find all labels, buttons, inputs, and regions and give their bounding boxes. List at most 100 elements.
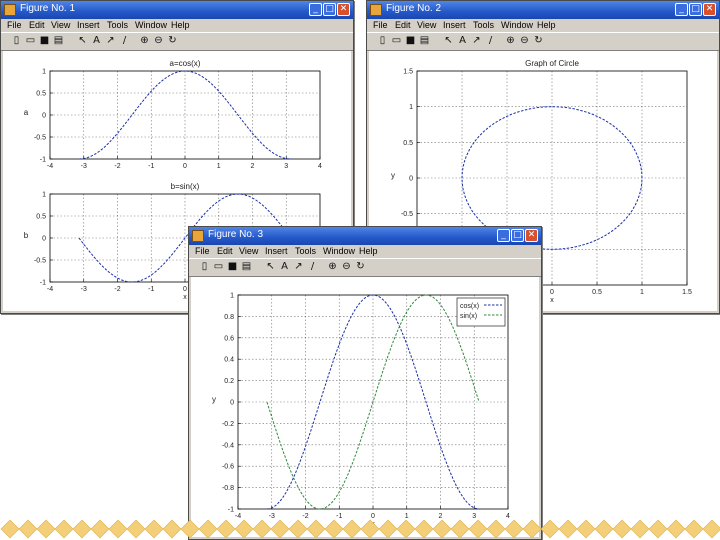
y-tick-label: -0.4 xyxy=(222,442,234,449)
figure-3-menubar: File Edit View Insert Tools Window Help xyxy=(189,245,541,258)
menu-window[interactable]: Window xyxy=(135,20,167,30)
menu-file[interactable]: File xyxy=(7,20,22,30)
text-tool-icon[interactable]: A xyxy=(279,261,290,272)
line-tool-icon[interactable]: / xyxy=(307,261,318,272)
open-icon[interactable]: ▭ xyxy=(213,261,224,272)
new-file-icon[interactable]: ▯ xyxy=(11,35,22,46)
matlab-figure-icon xyxy=(370,4,382,16)
deco-diamond xyxy=(54,519,74,539)
minimize-button[interactable]: _ xyxy=(497,229,510,242)
deco-diamond xyxy=(90,519,110,539)
zoom-out-icon[interactable]: ⊖ xyxy=(519,35,530,46)
open-icon[interactable]: ▭ xyxy=(391,35,402,46)
y-tick-label: 0.5 xyxy=(403,140,413,147)
figure-1-titlebar[interactable]: Figure No. 1 _ □ ✕ xyxy=(1,1,353,19)
menu-help[interactable]: Help xyxy=(171,20,190,30)
figure-2-titlebar[interactable]: Figure No. 2 _ □ ✕ xyxy=(367,1,719,19)
legend-entry-label: sin(x) xyxy=(460,313,477,320)
y-tick-label: -0.5 xyxy=(401,211,413,218)
menu-view[interactable]: View xyxy=(417,20,436,30)
y-tick-label: 0.4 xyxy=(224,357,234,364)
deco-diamond xyxy=(324,519,344,539)
menu-tools[interactable]: Tools xyxy=(107,20,128,30)
zoom-in-icon[interactable]: ⊕ xyxy=(505,35,516,46)
menu-view[interactable]: View xyxy=(239,246,258,256)
close-button[interactable]: ✕ xyxy=(703,3,716,16)
figure-2-toolbar: ▯ ▭ ■ ▤ ↖ A ↗ / ⊕ ⊖ ↻ xyxy=(367,32,719,51)
menu-window[interactable]: Window xyxy=(323,246,355,256)
menu-edit[interactable]: Edit xyxy=(395,20,411,30)
menu-window[interactable]: Window xyxy=(501,20,533,30)
maximize-button[interactable]: □ xyxy=(511,229,524,242)
rotate-icon[interactable]: ↻ xyxy=(533,35,544,46)
menu-tools[interactable]: Tools xyxy=(295,246,316,256)
x-tick-label: -3 xyxy=(81,163,87,170)
x-tick-label: 3 xyxy=(284,163,288,170)
deco-diamond xyxy=(630,519,650,539)
rotate-icon[interactable]: ↻ xyxy=(167,35,178,46)
save-icon[interactable]: ■ xyxy=(39,35,50,46)
print-icon[interactable]: ▤ xyxy=(241,261,252,272)
x-tick-label: -4 xyxy=(47,163,53,170)
y-tick-label: 1 xyxy=(42,69,46,76)
x-tick-label: -1 xyxy=(148,286,154,293)
zoom-in-icon[interactable]: ⊕ xyxy=(327,261,338,272)
arrow-select-icon[interactable]: ↖ xyxy=(443,35,454,46)
menu-insert[interactable]: Insert xyxy=(77,20,100,30)
arrow-tool-icon[interactable]: ↗ xyxy=(293,261,304,272)
arrow-tool-icon[interactable]: ↗ xyxy=(471,35,482,46)
y-axis-label: a xyxy=(24,108,29,117)
print-icon[interactable]: ▤ xyxy=(419,35,430,46)
menu-file[interactable]: File xyxy=(195,246,210,256)
new-file-icon[interactable]: ▯ xyxy=(199,261,210,272)
menu-view[interactable]: View xyxy=(51,20,70,30)
line-tool-icon[interactable]: / xyxy=(119,35,130,46)
new-file-icon[interactable]: ▯ xyxy=(377,35,388,46)
x-axis-label: x xyxy=(550,297,554,304)
figure-3-window: Figure No. 3 _ □ ✕ File Edit View Insert… xyxy=(188,226,542,540)
menu-edit[interactable]: Edit xyxy=(217,246,233,256)
menu-help[interactable]: Help xyxy=(359,246,378,256)
save-icon[interactable]: ■ xyxy=(405,35,416,46)
text-tool-icon[interactable]: A xyxy=(91,35,102,46)
close-button[interactable]: ✕ xyxy=(525,229,538,242)
y-tick-label: 0.2 xyxy=(224,378,234,385)
maximize-button[interactable]: □ xyxy=(689,3,702,16)
zoom-out-icon[interactable]: ⊖ xyxy=(341,261,352,272)
y-tick-label: -1 xyxy=(228,507,234,514)
deco-diamond xyxy=(378,519,398,539)
deco-diamond xyxy=(558,519,578,539)
open-icon[interactable]: ▭ xyxy=(25,35,36,46)
minimize-button[interactable]: _ xyxy=(675,3,688,16)
menu-help[interactable]: Help xyxy=(537,20,556,30)
text-tool-icon[interactable]: A xyxy=(457,35,468,46)
print-icon[interactable]: ▤ xyxy=(53,35,64,46)
arrow-select-icon[interactable]: ↖ xyxy=(265,261,276,272)
figure-2-menubar: File Edit View Insert Tools Window Help xyxy=(367,19,719,32)
deco-diamond xyxy=(576,519,596,539)
chart-title: b=sin(x) xyxy=(171,182,200,191)
arrow-select-icon[interactable]: ↖ xyxy=(77,35,88,46)
matlab-figure-icon xyxy=(4,4,16,16)
x-tick-label: -4 xyxy=(47,286,53,293)
save-icon[interactable]: ■ xyxy=(227,261,238,272)
menu-tools[interactable]: Tools xyxy=(473,20,494,30)
line-tool-icon[interactable]: / xyxy=(485,35,496,46)
y-tick-label: -0.2 xyxy=(222,421,234,428)
menu-edit[interactable]: Edit xyxy=(29,20,45,30)
menu-insert[interactable]: Insert xyxy=(443,20,466,30)
y-tick-label: 1 xyxy=(409,104,413,111)
y-axis-label: y xyxy=(212,395,216,404)
menu-file[interactable]: File xyxy=(373,20,388,30)
y-tick-label: -0.5 xyxy=(34,258,46,265)
rotate-icon[interactable]: ↻ xyxy=(355,261,366,272)
maximize-button[interactable]: □ xyxy=(323,3,336,16)
zoom-in-icon[interactable]: ⊕ xyxy=(139,35,150,46)
menu-insert[interactable]: Insert xyxy=(265,246,288,256)
x-tick-label: -3 xyxy=(81,286,87,293)
close-button[interactable]: ✕ xyxy=(337,3,350,16)
minimize-button[interactable]: _ xyxy=(309,3,322,16)
figure-3-titlebar[interactable]: Figure No. 3 _ □ ✕ xyxy=(189,227,541,245)
zoom-out-icon[interactable]: ⊖ xyxy=(153,35,164,46)
arrow-tool-icon[interactable]: ↗ xyxy=(105,35,116,46)
